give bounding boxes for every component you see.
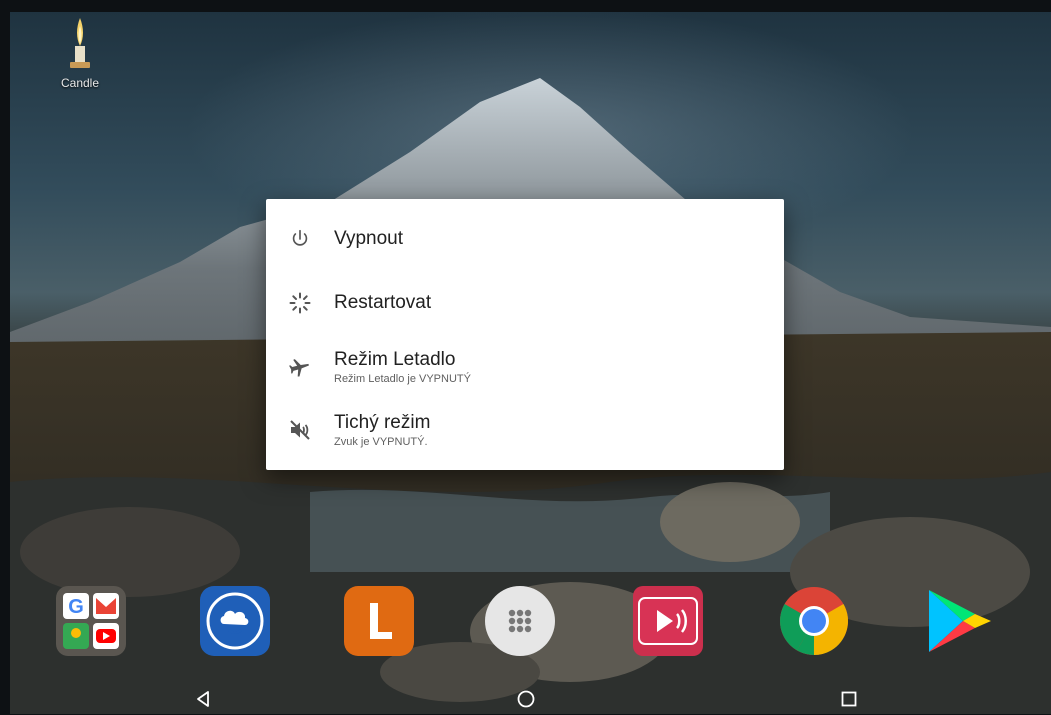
google-apps-folder-icon[interactable]: G: [56, 586, 126, 656]
media-player-icon[interactable]: [633, 586, 703, 656]
airplane-icon: [286, 353, 314, 381]
volume-off-icon: [286, 416, 314, 444]
candle-shortcut[interactable]: Candle: [58, 12, 102, 90]
launcher-l-icon[interactable]: [344, 586, 414, 656]
restart-label: Restartovat: [334, 292, 432, 313]
airplane-mode-label: Režim Letadlo: [334, 348, 456, 370]
home-icon[interactable]: [515, 688, 537, 710]
chrome-icon[interactable]: [779, 586, 849, 656]
power-menu-dialog: Vypnout Restartovat Režim Letadlo Režim …: [266, 199, 784, 470]
navigation-bar: [10, 684, 1051, 714]
silent-mode-label: Tichý režim: [334, 411, 431, 433]
silent-mode-option[interactable]: Tichý režim Zvuk je VYPNUTÝ.: [266, 400, 784, 460]
play-store-icon[interactable]: [925, 586, 995, 656]
recents-icon[interactable]: [838, 688, 860, 710]
power-off-option[interactable]: Vypnout: [266, 209, 784, 269]
candle-label: Candle: [60, 76, 100, 90]
airplane-mode-option[interactable]: Režim Letadlo Režim Letadlo je VYPNUTÝ: [266, 337, 784, 397]
power-off-label: Vypnout: [334, 228, 404, 249]
app-drawer-icon[interactable]: [485, 586, 555, 656]
power-icon: [286, 225, 314, 253]
cloud-sync-icon[interactable]: [200, 586, 270, 656]
restart-icon: [286, 289, 314, 317]
silent-mode-status: Zvuk je VYPNUTÝ.: [334, 435, 428, 448]
svg-text:G: G: [68, 596, 84, 618]
airplane-mode-status: Režim Letadlo je VYPNUTÝ: [334, 372, 471, 385]
back-icon[interactable]: [193, 688, 215, 710]
candle-icon: [66, 12, 94, 72]
restart-option[interactable]: Restartovat: [266, 273, 784, 333]
